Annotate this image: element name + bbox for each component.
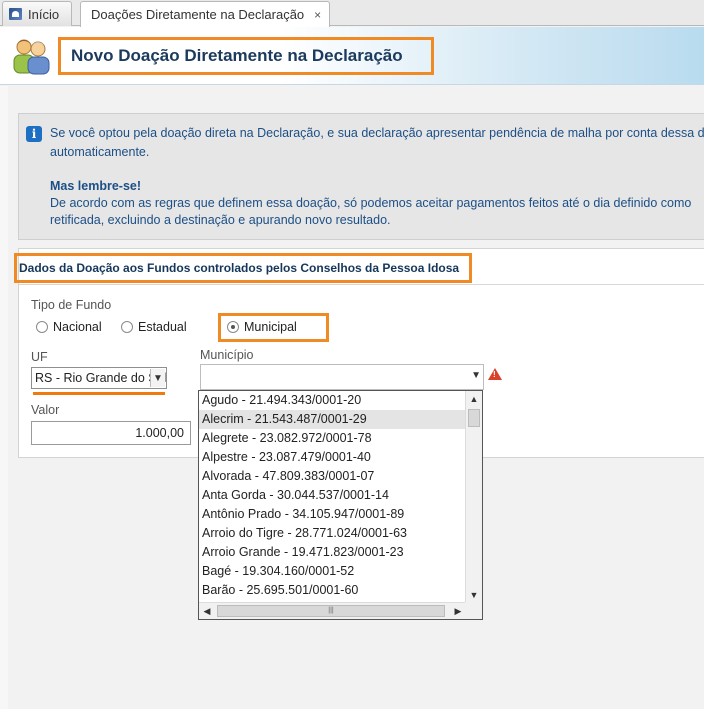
radio-estadual[interactable]: Estadual <box>121 320 187 334</box>
list-item[interactable]: Alvorada - 47.809.383/0001-07 <box>199 467 466 486</box>
scroll-thumb[interactable] <box>468 409 480 427</box>
municipio-label: Município <box>200 348 254 362</box>
municipio-dropdown[interactable]: Agudo - 21.494.343/0001-20 Alecrim - 21.5… <box>198 390 483 620</box>
info-line-4: retificada, excluindo a destinação e apu… <box>50 213 391 227</box>
radio-municipal-circle[interactable] <box>227 321 239 333</box>
tipo-fundo-label: Tipo de Fundo <box>31 298 112 312</box>
radio-nacional[interactable]: Nacional <box>36 320 102 334</box>
scroll-right-icon[interactable]: ▶ <box>450 603 466 619</box>
chevron-down-icon[interactable]: ▼ <box>471 370 481 381</box>
page-title-box: Novo Doação Diretamente na Declaração <box>58 37 434 75</box>
close-icon[interactable]: × <box>314 8 321 22</box>
uf-underline <box>33 392 165 395</box>
radio-nacional-circle[interactable] <box>36 321 48 333</box>
scroll-left-icon[interactable]: ◀ <box>199 603 215 619</box>
page-title: Novo Doação Diretamente na Declaração <box>71 46 403 65</box>
page-header: Novo Doação Diretamente na Declaração <box>0 27 704 85</box>
municipio-combo[interactable]: ▼ <box>200 364 484 390</box>
tab-doacoes-label: Doações Diretamente na Declaração <box>91 7 305 22</box>
section-title-box: Dados da Doação aos Fundos controlados p… <box>14 253 472 283</box>
list-item[interactable]: Anta Gorda - 30.044.537/0001-14 <box>199 486 466 505</box>
section-title: Dados da Doação aos Fundos controlados p… <box>19 261 460 275</box>
info-line-1: Se você optou pela doação direta na Decl… <box>50 126 704 140</box>
people-icon <box>13 39 50 75</box>
list-item[interactable]: Arroio Grande - 19.471.823/0001-23 <box>199 543 466 562</box>
uf-select[interactable]: RS - Rio Grande do Sul ▼ <box>31 367 167 389</box>
info-line-3: De acordo com as regras que definem essa… <box>50 196 692 210</box>
list-item[interactable]: Antônio Prado - 34.105.947/0001-89 <box>199 505 466 524</box>
tab-home[interactable]: Início <box>2 1 72 26</box>
tab-home-label: Início <box>28 6 60 22</box>
info-icon: i <box>26 126 42 142</box>
scroll-corner <box>465 602 482 619</box>
uf-label: UF <box>31 350 48 364</box>
valor-label: Valor <box>31 403 60 417</box>
tab-bar: Início Doações Diretamente na Declaração… <box>0 0 704 27</box>
info-bold: Mas lembre-se! <box>50 179 142 193</box>
list-item[interactable]: Agudo - 21.494.343/0001-20 <box>199 391 466 410</box>
list-item[interactable]: Alecrim - 21.543.487/0001-29 <box>199 410 466 429</box>
left-strip <box>0 86 8 709</box>
uf-value: RS - Rio Grande do Sul <box>35 371 167 385</box>
radio-nacional-label: Nacional <box>53 320 102 334</box>
list-item[interactable]: Barão - 25.695.501/0001-60 <box>199 581 466 600</box>
valor-value: 1.000,00 <box>135 426 184 440</box>
chevron-down-icon[interactable]: ▼ <box>150 369 165 387</box>
vertical-scrollbar[interactable]: ▲ ▼ <box>465 391 482 603</box>
radio-estadual-circle[interactable] <box>121 321 133 333</box>
home-icon <box>9 8 22 20</box>
scroll-up-icon[interactable]: ▲ <box>466 391 482 407</box>
list-item[interactable]: Alegrete - 23.082.972/0001-78 <box>199 429 466 448</box>
section-divider <box>19 284 704 285</box>
radio-municipal[interactable]: Municipal <box>227 320 297 334</box>
radio-estadual-label: Estadual <box>138 320 187 334</box>
list-item[interactable]: Arroio do Tigre - 28.771.024/0001-63 <box>199 524 466 543</box>
info-line-2: automaticamente. <box>50 145 150 159</box>
warning-icon: ! <box>488 368 502 380</box>
tab-doacoes[interactable]: Doações Diretamente na Declaração × <box>80 1 330 27</box>
scroll-down-icon[interactable]: ▼ <box>466 587 482 603</box>
valor-input[interactable]: 1.000,00 <box>31 421 191 445</box>
scroll-thumb-horizontal[interactable]: ||| <box>217 605 445 617</box>
horizontal-scrollbar[interactable]: ◀ ||| ▶ <box>199 602 466 619</box>
list-item[interactable]: Bagé - 19.304.160/0001-52 <box>199 562 466 581</box>
list-item[interactable]: Alpestre - 23.087.479/0001-40 <box>199 448 466 467</box>
radio-municipal-label: Municipal <box>244 320 297 334</box>
info-panel: i Se você optou pela doação direta na De… <box>18 113 704 240</box>
municipio-list[interactable]: Agudo - 21.494.343/0001-20 Alecrim - 21.5… <box>199 391 466 603</box>
